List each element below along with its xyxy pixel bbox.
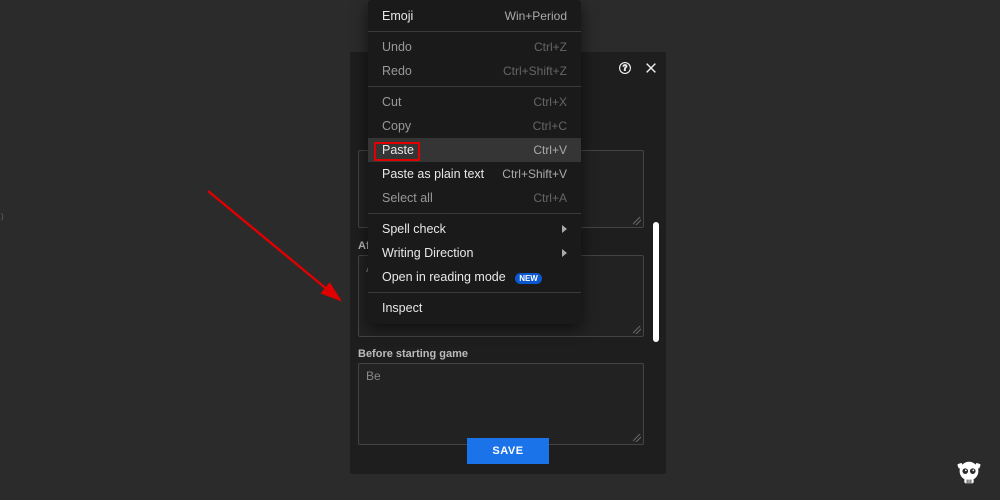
ctx-shortcut: Ctrl+Shift+V	[502, 167, 567, 181]
decorative-artifact: )	[1, 212, 7, 218]
ctx-shortcut: Ctrl+V	[533, 143, 567, 157]
ctx-label: Writing Direction	[382, 246, 473, 260]
ctx-reading-mode[interactable]: Open in reading mode NEW	[368, 265, 581, 289]
ctx-copy[interactable]: Copy Ctrl+C	[368, 114, 581, 138]
ctx-shortcut: Ctrl+Z	[534, 40, 567, 54]
ctx-shortcut: Ctrl+A	[533, 191, 567, 205]
ctx-separator	[368, 292, 581, 293]
textarea-before-starting[interactable]: Be	[358, 363, 644, 445]
ctx-emoji[interactable]: Emoji Win+Period	[368, 4, 581, 28]
help-icon[interactable]: ?	[617, 60, 633, 76]
ctx-separator	[368, 213, 581, 214]
ctx-writing-direction[interactable]: Writing Direction	[368, 241, 581, 265]
dialog-header: ?	[617, 60, 659, 76]
ctx-label: Paste	[382, 143, 414, 157]
ctx-label: Paste as plain text	[382, 167, 484, 181]
scrollbar-thumb[interactable]	[653, 222, 659, 342]
mascot-icon[interactable]	[954, 458, 984, 488]
ctx-shortcut: Ctrl+C	[533, 119, 567, 133]
ctx-separator	[368, 31, 581, 32]
ctx-paste-plain[interactable]: Paste as plain text Ctrl+Shift+V	[368, 162, 581, 186]
context-menu: Emoji Win+Period Undo Ctrl+Z Redo Ctrl+S…	[368, 0, 581, 324]
ctx-shortcut: Ctrl+X	[533, 95, 567, 109]
ctx-label: Emoji	[382, 9, 413, 23]
ctx-label: Inspect	[382, 301, 422, 315]
ctx-redo[interactable]: Redo Ctrl+Shift+Z	[368, 59, 581, 83]
ctx-shortcut: Win+Period	[505, 9, 567, 23]
svg-text:?: ?	[623, 64, 628, 73]
ctx-label: Select all	[382, 191, 433, 205]
ctx-undo[interactable]: Undo Ctrl+Z	[368, 35, 581, 59]
ctx-label: Cut	[382, 95, 401, 109]
ctx-inspect[interactable]: Inspect	[368, 296, 581, 320]
chevron-right-icon	[562, 249, 567, 257]
ctx-label: Open in reading mode NEW	[382, 270, 542, 284]
ctx-paste[interactable]: Paste Ctrl+V	[368, 138, 581, 162]
ctx-label: Undo	[382, 40, 412, 54]
close-icon[interactable]	[643, 60, 659, 76]
chevron-right-icon	[562, 225, 567, 233]
label-before-starting: Before starting game	[358, 348, 468, 360]
ctx-spell-check[interactable]: Spell check	[368, 217, 581, 241]
ctx-select-all[interactable]: Select all Ctrl+A	[368, 186, 581, 210]
ctx-label: Spell check	[382, 222, 446, 236]
ctx-label: Copy	[382, 119, 411, 133]
ctx-label: Redo	[382, 64, 412, 78]
save-button[interactable]: SAVE	[467, 438, 549, 464]
ctx-shortcut: Ctrl+Shift+Z	[503, 64, 567, 78]
ctx-cut[interactable]: Cut Ctrl+X	[368, 90, 581, 114]
ctx-separator	[368, 86, 581, 87]
new-badge: NEW	[515, 273, 542, 284]
